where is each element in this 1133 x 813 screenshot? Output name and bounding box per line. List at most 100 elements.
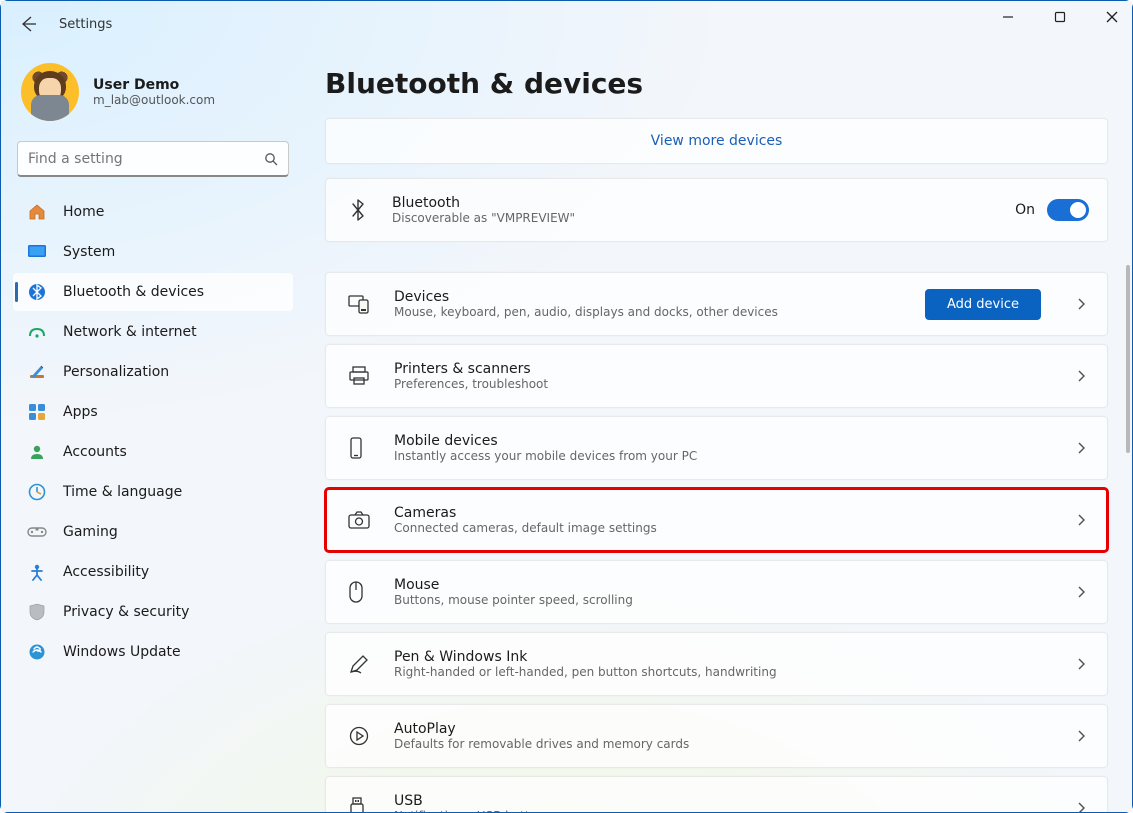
row-printers-scanners[interactable]: Printers & scanners Preferences, trouble… xyxy=(325,344,1108,408)
apps-icon xyxy=(27,402,47,422)
sidebar-item-privacy-security[interactable]: Privacy & security xyxy=(13,593,293,631)
bluetooth-card: Bluetooth Discoverable as "VMPREVIEW" On xyxy=(325,178,1108,242)
row-autoplay[interactable]: AutoPlay Defaults for removable drives a… xyxy=(325,704,1108,768)
usb-icon xyxy=(348,797,370,812)
chevron-right-icon xyxy=(1073,798,1089,812)
pen-windows-ink-icon xyxy=(348,653,370,675)
row-pen-windows-ink[interactable]: Pen & Windows Ink Right-handed or left-h… xyxy=(325,632,1108,696)
bluetooth-state-label: On xyxy=(1015,202,1035,218)
row-title: USB xyxy=(394,793,1049,809)
scrollbar[interactable] xyxy=(1126,265,1130,453)
profile-name: User Demo xyxy=(93,77,215,93)
chevron-right-icon xyxy=(1073,654,1089,674)
printers-scanners-icon xyxy=(348,366,370,386)
accessibility-icon xyxy=(27,562,47,582)
minimize-button[interactable] xyxy=(1000,9,1016,25)
mobile-devices-icon xyxy=(348,437,370,459)
sidebar-item-bluetooth-devices[interactable]: Bluetooth & devices xyxy=(13,273,293,311)
search-icon xyxy=(264,152,278,166)
profile-email: m_lab@outlook.com xyxy=(93,93,215,107)
profile[interactable]: User Demo m_lab@outlook.com xyxy=(9,59,297,131)
chevron-right-icon xyxy=(1073,726,1089,746)
sidebar: User Demo m_lab@outlook.com Home System … xyxy=(1,51,309,812)
window-title: Settings xyxy=(59,17,112,32)
sidebar-item-accessibility[interactable]: Accessibility xyxy=(13,553,293,591)
accounts-icon xyxy=(27,442,47,462)
row-mobile-devices[interactable]: Mobile devices Instantly access your mob… xyxy=(325,416,1108,480)
row-subtitle: Instantly access your mobile devices fro… xyxy=(394,449,1049,463)
row-subtitle: Preferences, troubleshoot xyxy=(394,377,1049,391)
search-box[interactable] xyxy=(17,141,289,177)
time-language-icon xyxy=(27,482,47,502)
row-usb[interactable]: USB Notifications, USB battery saver xyxy=(325,776,1108,812)
row-devices[interactable]: Devices Mouse, keyboard, pen, audio, dis… xyxy=(325,272,1108,336)
home-icon xyxy=(27,202,47,222)
close-button[interactable] xyxy=(1104,9,1120,25)
sidebar-item-label: Windows Update xyxy=(63,644,181,660)
chevron-right-icon xyxy=(1073,438,1089,458)
view-more-link[interactable]: View more devices xyxy=(651,133,783,149)
autoplay-icon xyxy=(348,725,370,747)
bluetooth-toggle[interactable] xyxy=(1047,199,1089,221)
gaming-icon xyxy=(27,522,47,542)
sidebar-item-windows-update[interactable]: Windows Update xyxy=(13,633,293,671)
bluetooth-devices-icon xyxy=(27,282,47,302)
sidebar-item-network-internet[interactable]: Network & internet xyxy=(13,313,293,351)
add-device-button[interactable]: Add device xyxy=(925,289,1041,320)
row-title: Pen & Windows Ink xyxy=(394,649,1049,665)
sidebar-item-label: Apps xyxy=(63,404,98,420)
network-internet-icon xyxy=(27,322,47,342)
bluetooth-title: Bluetooth xyxy=(392,195,991,211)
row-subtitle: Notifications, USB battery saver xyxy=(394,809,1049,812)
sidebar-item-label: System xyxy=(63,244,115,260)
bluetooth-icon xyxy=(348,198,368,222)
row-title: AutoPlay xyxy=(394,721,1049,737)
row-title: Mobile devices xyxy=(394,433,1049,449)
sidebar-item-label: Network & internet xyxy=(63,324,197,340)
nav: Home System Bluetooth & devices Network … xyxy=(9,193,297,671)
sidebar-item-accounts[interactable]: Accounts xyxy=(13,433,293,471)
avatar xyxy=(21,63,79,121)
title-bar: Settings xyxy=(19,15,112,33)
search-input[interactable] xyxy=(28,151,253,167)
row-title: Mouse xyxy=(394,577,1049,593)
maximize-button[interactable] xyxy=(1052,9,1068,25)
row-title: Cameras xyxy=(394,505,1049,521)
settings-list: Devices Mouse, keyboard, pen, audio, dis… xyxy=(325,272,1108,812)
sidebar-item-label: Home xyxy=(63,204,104,220)
row-cameras[interactable]: Cameras Connected cameras, default image… xyxy=(325,488,1108,552)
page-title: Bluetooth & devices xyxy=(325,67,1108,100)
back-button[interactable] xyxy=(19,15,37,33)
bluetooth-subtitle: Discoverable as "VMPREVIEW" xyxy=(392,211,991,225)
row-mouse[interactable]: Mouse Buttons, mouse pointer speed, scro… xyxy=(325,560,1108,624)
sidebar-item-apps[interactable]: Apps xyxy=(13,393,293,431)
content: Bluetooth & devices View more devices Bl… xyxy=(309,51,1132,812)
sidebar-item-label: Personalization xyxy=(63,364,169,380)
sidebar-item-label: Bluetooth & devices xyxy=(63,284,204,300)
sidebar-item-system[interactable]: System xyxy=(13,233,293,271)
view-more-devices[interactable]: View more devices xyxy=(325,118,1108,164)
sidebar-item-label: Accessibility xyxy=(63,564,149,580)
row-subtitle: Connected cameras, default image setting… xyxy=(394,521,1049,535)
row-subtitle: Mouse, keyboard, pen, audio, displays an… xyxy=(394,305,901,319)
row-title: Devices xyxy=(394,289,901,305)
row-subtitle: Defaults for removable drives and memory… xyxy=(394,737,1049,751)
system-icon xyxy=(27,242,47,262)
sidebar-item-label: Privacy & security xyxy=(63,604,189,620)
sidebar-item-label: Gaming xyxy=(63,524,118,540)
personalization-icon xyxy=(27,362,47,382)
devices-icon xyxy=(348,294,370,314)
sidebar-item-time-language[interactable]: Time & language xyxy=(13,473,293,511)
sidebar-item-personalization[interactable]: Personalization xyxy=(13,353,293,391)
mouse-icon xyxy=(348,581,370,603)
sidebar-item-label: Accounts xyxy=(63,444,127,460)
windows-update-icon xyxy=(27,642,47,662)
sidebar-item-home[interactable]: Home xyxy=(13,193,293,231)
chevron-right-icon xyxy=(1073,582,1089,602)
row-subtitle: Buttons, mouse pointer speed, scrolling xyxy=(394,593,1049,607)
sidebar-item-gaming[interactable]: Gaming xyxy=(13,513,293,551)
chevron-right-icon xyxy=(1073,294,1089,314)
chevron-right-icon xyxy=(1073,510,1089,530)
row-subtitle: Right-handed or left-handed, pen button … xyxy=(394,665,1049,679)
row-title: Printers & scanners xyxy=(394,361,1049,377)
